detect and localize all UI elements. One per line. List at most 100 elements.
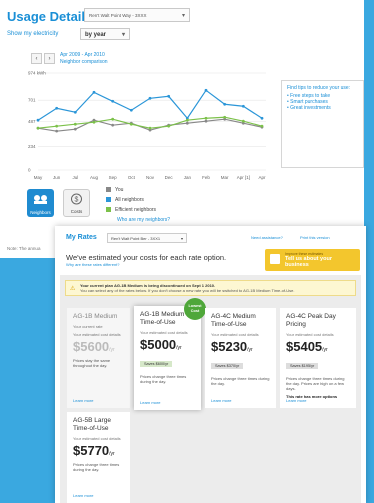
- rate-desc: Prices change three times during the day…: [73, 462, 120, 472]
- x-tick-label: Sep: [109, 175, 118, 180]
- data-point: [111, 117, 115, 121]
- data-point: [148, 96, 152, 100]
- rate-est: Your estimated cost details: [211, 332, 259, 337]
- rate-card-best[interactable]: AG-1B Medium Time-of-Use Your estimated …: [134, 306, 201, 410]
- x-tick-label: Jun: [53, 175, 61, 180]
- period-value: by year: [85, 32, 107, 38]
- page-title: Usage Details: [7, 9, 93, 24]
- chevron-right-icon: ›: [48, 56, 51, 62]
- cost-value: $5405: [286, 339, 323, 354]
- data-point: [92, 120, 96, 124]
- data-point: [241, 119, 245, 123]
- rate-cost: $5770/yr: [73, 443, 124, 458]
- data-point: [55, 129, 59, 133]
- rate-card[interactable]: AG-4C Peak Day Pricing Your estimated co…: [280, 308, 356, 408]
- series-line: [37, 89, 263, 121]
- tip-link[interactable]: • Great investments: [287, 105, 358, 111]
- data-point: [129, 122, 133, 126]
- estimate-link[interactable]: Why are these rates different?: [66, 262, 120, 267]
- x-tick-label: Oct: [128, 175, 136, 180]
- rate-desc: Prices change three times during the day…: [140, 374, 187, 384]
- print-link[interactable]: Print this version: [300, 235, 330, 240]
- cost-unit: /yr: [109, 451, 115, 457]
- tell-us-label: Tell us about your business: [285, 256, 332, 268]
- legend-you: You: [106, 187, 123, 193]
- chevron-down-icon: ▾: [121, 32, 125, 38]
- data-point: [185, 121, 189, 125]
- learn-more-link[interactable]: Learn more: [73, 398, 93, 403]
- cost-unit: /yr: [109, 347, 115, 353]
- rate-name: AG-5B Large Time-of-Use: [73, 417, 111, 432]
- learn-more-link[interactable]: Learn more: [211, 398, 231, 403]
- neighbors-label: Neighbors: [30, 210, 51, 215]
- x-tick-label: Apr: [258, 175, 266, 180]
- svg-text:$: $: [75, 197, 79, 204]
- neighbors-info-link[interactable]: Who are my neighbors?: [117, 217, 170, 223]
- cost-unit: /yr: [322, 347, 328, 353]
- address-select[interactable]: Ren't Walt Point Way - 3XXX ▾: [84, 8, 190, 22]
- rate-est: Your estimated cost details: [73, 332, 121, 337]
- data-point: [55, 106, 59, 110]
- data-point: [167, 124, 171, 128]
- x-tick-label: Dec: [165, 175, 174, 180]
- rate-name: AG-4C Medium Time-of-Use: [211, 313, 256, 328]
- tell-us-button[interactable]: Improve these estimates Tell us about yo…: [265, 249, 360, 271]
- data-point: [148, 126, 152, 130]
- help-link[interactable]: Need assistance?: [251, 235, 283, 240]
- swatch: [106, 197, 111, 203]
- rate-cost: $5600/yr: [73, 339, 124, 354]
- alert-line-2: You can select any of the rates below. I…: [80, 288, 295, 293]
- lowest-cost-badge: Lowest Cost: [184, 298, 206, 320]
- estimate-title: We've estimated your costs for each rate…: [66, 253, 227, 262]
- y-tick-label: 701: [28, 98, 36, 103]
- tips-title: Find tips to reduce your use:: [287, 85, 351, 91]
- cost-value: $5000: [140, 337, 177, 352]
- savings-badge: Saves $600/yr: [140, 361, 173, 367]
- date-range: Apr 2009 - Apr 2010: [60, 52, 105, 58]
- rate-desc: Prices stay the same throughout the day.: [73, 358, 111, 368]
- x-tick-label: Aug: [90, 175, 99, 180]
- rates-address-select[interactable]: Ren't Walt Point Ber - 3XX1 ▾: [107, 233, 187, 243]
- period-select[interactable]: by year ▾: [80, 28, 130, 40]
- learn-more-link[interactable]: Learn more: [140, 400, 160, 405]
- chevron-down-icon: ▾: [180, 236, 183, 241]
- x-tick-label: Nov: [146, 175, 155, 180]
- legend-label: You: [115, 187, 124, 193]
- costs-view-button[interactable]: $ Costs: [63, 189, 90, 217]
- data-point: [204, 116, 208, 120]
- series-line: [37, 116, 263, 129]
- data-point: [73, 110, 77, 114]
- cost-unit: /yr: [247, 347, 253, 353]
- address-value: Ren't Walt Point Way - 3XXX: [89, 13, 147, 18]
- rate-card[interactable]: AG-4C Medium Time-of-Use Your estimated …: [205, 308, 276, 408]
- business-icon: [270, 254, 280, 264]
- prev-button[interactable]: ‹: [31, 53, 42, 64]
- rate-cost: $5230/yr: [211, 339, 270, 354]
- rate-card-current[interactable]: AG-1B Medium Your current rate Your esti…: [67, 308, 130, 408]
- data-point: [223, 102, 227, 106]
- comparison-link[interactable]: Neighbor comparison: [60, 59, 108, 65]
- dollar-icon: $: [71, 193, 82, 205]
- y-tick-label: 487: [28, 119, 36, 124]
- data-point: [111, 123, 115, 127]
- cost-value: $5600: [73, 339, 110, 354]
- data-point: [92, 90, 96, 94]
- rate-name: AG-4C Peak Day Pricing: [286, 313, 336, 328]
- cost-value: $5230: [211, 339, 248, 354]
- neighbors-icon: [34, 195, 47, 204]
- data-point: [111, 99, 115, 103]
- costs-label: Costs: [70, 209, 83, 214]
- usage-chart: 974 kWh 701 487 234 0May Jun Jul Aug Sep Oct Nov De…: [28, 71, 266, 180]
- next-button[interactable]: ›: [44, 53, 55, 64]
- x-tick-label: Apr [1]: [237, 175, 250, 180]
- learn-more-link[interactable]: Learn more: [73, 493, 93, 498]
- footnote: Note: The annua: [7, 246, 41, 251]
- show-label: Show my electricity: [7, 31, 59, 37]
- rate-est: Your estimated cost details: [73, 436, 121, 441]
- learn-more-link[interactable]: Learn more: [286, 398, 306, 403]
- neighbors-view-button[interactable]: Neighbors: [27, 189, 54, 217]
- rates-title: My Rates: [66, 234, 97, 241]
- rate-card[interactable]: AG-5B Large Time-of-Use Your estimated c…: [67, 412, 130, 503]
- discontinue-alert: ⚠ Your current plan AG-1B Medium is bein…: [65, 280, 356, 296]
- rates-panel: My Rates Ren't Walt Point Ber - 3XX1 ▾ Ne…: [55, 226, 366, 503]
